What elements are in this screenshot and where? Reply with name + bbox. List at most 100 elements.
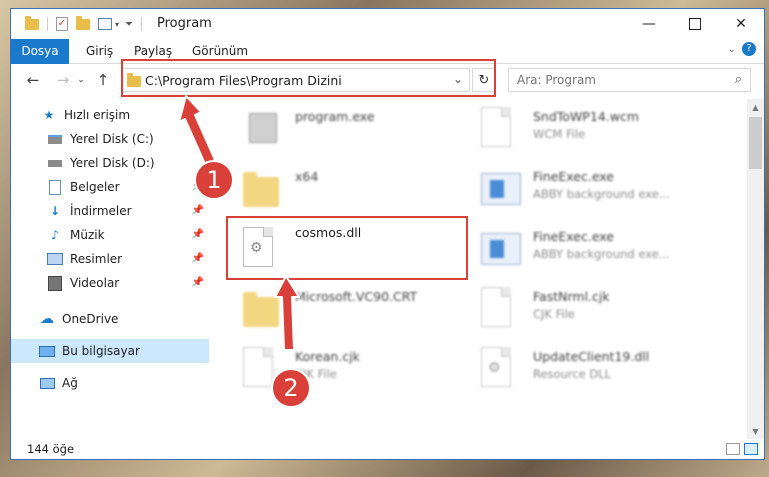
sidebar-item-downloads[interactable]: ↓ İndirmeler 📌 (11, 199, 209, 223)
sidebar-item-network[interactable]: Ağ (11, 371, 209, 395)
arrow-right-icon: → (56, 71, 70, 89)
properties-icon[interactable]: ✓ (56, 17, 68, 31)
tab-home[interactable]: Giriş (77, 39, 122, 63)
file-type: CJK File (533, 307, 575, 321)
sidebar-item-onedrive[interactable]: ☁ OneDrive (11, 307, 209, 331)
document-icon (481, 287, 521, 333)
chevron-down-icon: ⌄ (77, 75, 85, 85)
navigation-pane: ★ Hızlı erişim Yerel Disk (C:) Yerel Dis… (11, 99, 209, 439)
sidebar-item-label: Resimler (70, 252, 123, 266)
pin-icon[interactable]: 📌 (192, 253, 204, 264)
vertical-scrollbar[interactable]: ▲ ▼ (747, 99, 764, 439)
window-title: Program (157, 16, 212, 31)
file-name: FineExec.exe (533, 229, 614, 244)
scroll-up-icon[interactable]: ▲ (747, 99, 764, 115)
arrow-up-icon: ↑ (96, 71, 110, 89)
step-1-badge: 1 (194, 160, 234, 200)
scrollbar-thumb[interactable] (749, 117, 762, 169)
sidebar-item-label: Ağ (62, 376, 78, 390)
star-icon: ★ (43, 108, 55, 122)
close-button[interactable]: ✕ (718, 9, 764, 39)
file-item[interactable]: Microsoft.VC90.CRT (239, 281, 469, 337)
recent-locations-button[interactable]: ⌄ (75, 70, 87, 90)
computer-icon (39, 344, 55, 358)
file-item[interactable]: ⚙ UpdateClient19.dll Resource DLL (477, 341, 707, 397)
view-switcher (726, 443, 758, 455)
sidebar-item-label: Bu bilgisayar (62, 344, 140, 358)
minimize-button[interactable]: — (626, 9, 672, 39)
divider (47, 17, 48, 31)
quick-access-toolbar: ✓ ▾ ⏷ (25, 14, 143, 34)
search-box[interactable]: ⌕ (508, 68, 751, 92)
file-item[interactable]: FastNrml.cjk CJK File (477, 281, 707, 337)
pin-icon[interactable]: 📌 (192, 229, 204, 240)
file-name: UpdateClient19.dll (533, 349, 650, 364)
help-icon[interactable]: ? (742, 42, 756, 56)
up-button[interactable]: ↑ (93, 70, 113, 90)
dll-icon: ⚙ (481, 347, 521, 393)
back-button[interactable]: ← (23, 70, 43, 90)
file-item[interactable]: program.exe (239, 101, 469, 157)
chevron-down-icon[interactable]: ⌄ (728, 44, 736, 55)
document-icon (481, 107, 521, 153)
sidebar-item-label: Yerel Disk (D:) (70, 156, 155, 170)
folder-icon (25, 15, 39, 30)
address-bar-highlight (121, 59, 496, 97)
download-icon: ↓ (49, 204, 61, 218)
pictures-icon (47, 252, 63, 266)
file-item[interactable]: SndToWP14.wcm WCM File (477, 101, 707, 157)
folder-icon (243, 167, 283, 213)
search-input[interactable] (515, 72, 719, 88)
status-bar: 144 öğe (11, 439, 764, 459)
file-name: SndToWP14.wcm (533, 109, 639, 124)
sidebar-item-this-pc[interactable]: Bu bilgisayar (11, 339, 209, 363)
item-count: 144 öğe (27, 442, 75, 456)
details-view-icon[interactable] (726, 443, 740, 455)
pin-icon[interactable]: 📌 (192, 277, 204, 288)
sidebar-item-quick-access[interactable]: ★ Hızlı erişim (11, 103, 209, 127)
sidebar-item-label: İndirmeler (70, 204, 132, 218)
file-name: program.exe (295, 109, 375, 124)
sidebar-item-documents[interactable]: Belgeler 📌 (11, 175, 209, 199)
file-type: WCM File (533, 127, 586, 141)
exe-icon (481, 227, 521, 273)
maximize-icon (689, 18, 701, 30)
sidebar-item-local-disk-d[interactable]: Yerel Disk (D:) (11, 151, 209, 175)
pin-icon[interactable]: 📌 (192, 205, 204, 216)
file-item[interactable]: FineExec.exe ABBY background exe... (477, 161, 707, 217)
file-highlight (226, 216, 468, 280)
new-folder-icon[interactable] (76, 15, 90, 30)
file-name: x64 (295, 169, 319, 184)
file-item[interactable]: x64 (239, 161, 469, 217)
file-type: ABBY background exe... (533, 247, 670, 261)
exe-icon (481, 167, 521, 213)
sidebar-item-label: Hızlı erişim (64, 108, 131, 122)
chevron-down-icon[interactable]: ▾ (115, 20, 119, 29)
close-icon: ✕ (735, 16, 747, 32)
arrow-left-icon: ← (26, 71, 40, 89)
sidebar-item-music[interactable]: ♪ Müzik 📌 (11, 223, 209, 247)
customize-toolbar-icon[interactable]: ⏷ (125, 19, 133, 30)
scroll-down-icon[interactable]: ▼ (747, 423, 764, 439)
file-name: FineExec.exe (533, 169, 614, 184)
drive-icon (47, 156, 63, 170)
folder-icon (243, 287, 283, 333)
file-name: Korean.cjk (295, 349, 360, 364)
cloud-icon: ☁ (40, 311, 54, 327)
minimize-icon: — (642, 16, 656, 32)
sidebar-item-videos[interactable]: Videolar 📌 (11, 271, 209, 295)
network-icon (39, 376, 55, 390)
view-options-icon[interactable] (98, 18, 112, 30)
forward-button[interactable]: → (53, 70, 73, 90)
file-item[interactable]: FineExec.exe ABBY background exe... (477, 221, 707, 277)
file-type: Resource DLL (533, 367, 612, 381)
sidebar-item-pictures[interactable]: Resimler 📌 (11, 247, 209, 271)
sidebar-item-label: Müzik (70, 228, 105, 242)
sidebar-item-local-disk-c[interactable]: Yerel Disk (C:) (11, 127, 209, 151)
maximize-button[interactable] (672, 9, 718, 39)
drive-icon (47, 132, 63, 146)
large-icons-view-icon[interactable] (744, 443, 758, 455)
videos-icon (47, 275, 63, 291)
step-2-badge: 2 (271, 368, 311, 408)
program-icon (243, 107, 283, 153)
